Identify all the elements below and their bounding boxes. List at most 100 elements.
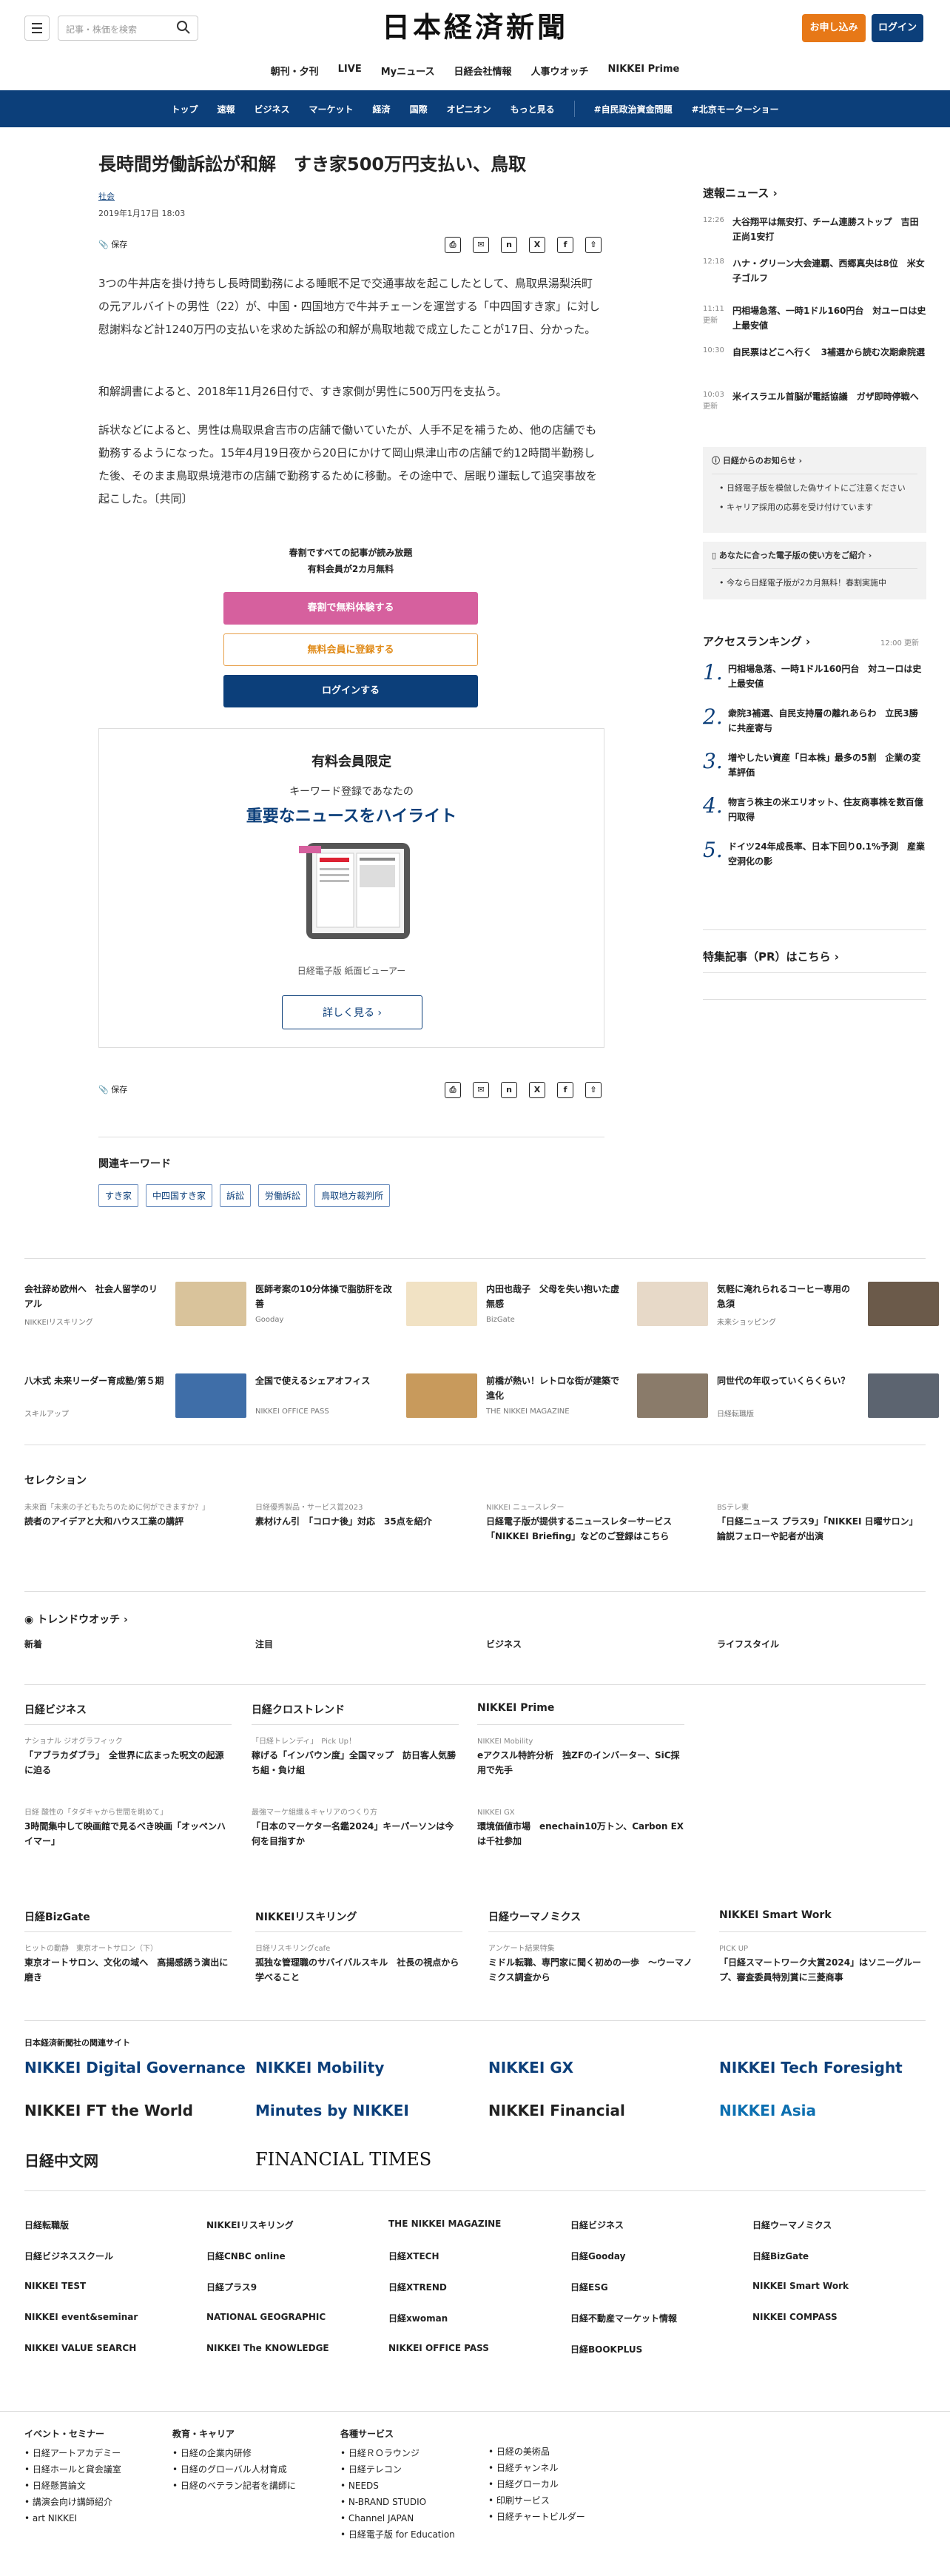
brand-logo[interactable]: 日経xwoman	[388, 2312, 448, 2324]
brand-logo[interactable]: 日経転職版	[24, 2219, 69, 2231]
brand-logo[interactable]: 日経プラス9	[206, 2281, 257, 2293]
guide-link[interactable]: ▯ あなたに合った電子版の使い方をご紹介 ›	[703, 542, 926, 568]
selection-item[interactable]: 未来面「未来の子どもたちのために何ができますか？」 読者のアイデアと大和ハウス工業…	[24, 1502, 232, 1529]
brand-logo[interactable]: 日経ビジネススクール	[24, 2250, 113, 2262]
menu-button[interactable]	[24, 16, 50, 41]
footer-link[interactable]: • 印刷サービス	[488, 2492, 585, 2509]
paywall-login-button[interactable]: ログインする	[223, 675, 478, 707]
related-site-logo[interactable]: NIKKEI GX	[488, 2059, 573, 2076]
pr-title[interactable]: 特集記事（PR）はこちら ›	[703, 949, 839, 964]
footer-link[interactable]: • 日経チャートビルダー	[488, 2509, 585, 2525]
trial-button[interactable]: 春割で無料体験する	[223, 592, 478, 625]
related-site-logo[interactable]: NIKKEI Digital Governance	[24, 2059, 246, 2076]
ranking-item[interactable]: 5. ドイツ24年成長率、日本下回り0.1%予測 産業空洞化の影	[703, 839, 926, 869]
trend-tab[interactable]: 注目	[255, 1638, 273, 1650]
mainnav-item[interactable]: トップ	[171, 103, 198, 115]
search-icon[interactable]	[176, 20, 191, 35]
trend-tab[interactable]: ライフスタイル	[717, 1638, 779, 1650]
mainnav-item[interactable]: 経済	[373, 103, 391, 115]
subnav-item[interactable]: 日経会社情報	[454, 64, 511, 86]
brand-logo[interactable]: 日経不動産マーケット情報	[570, 2312, 677, 2324]
premium-more-button[interactable]: 詳しく見る ›	[282, 995, 422, 1029]
subnav-item[interactable]: LIVE	[338, 64, 362, 86]
site-logo[interactable]: 日本経済新聞	[348, 10, 602, 44]
footer-link[interactable]: • 日経の企業内研修	[172, 2445, 296, 2461]
login-button[interactable]: ログイン	[872, 14, 923, 42]
breaking-item[interactable]: 10:03 更新 米イスラエル首脳が電話協議 ガザ即時停戦へ	[703, 389, 926, 413]
promo-card[interactable]: 同世代の年収っていくらくらい？ 日経転職版	[717, 1373, 939, 1425]
related-site-logo[interactable]: NIKKEI Mobility	[255, 2059, 384, 2076]
selection-item[interactable]: 日経優秀製品・サービス賞2023 素材けん引 「コロナ後」対応 35点を紹介	[255, 1502, 462, 1529]
footer-link[interactable]: • 日経チャンネル	[488, 2460, 585, 2476]
footer-link[interactable]: • Channel JAPAN	[340, 2510, 455, 2526]
selection-item[interactable]: BSテレ東 「日経ニュース プラス9」「NIKKEI 日曜サロン」論説フェローや記…	[717, 1502, 924, 1544]
mail-icon[interactable]: ✉	[473, 1082, 489, 1098]
mainnav-item[interactable]: もっと見る	[511, 103, 555, 115]
save-button[interactable]: 📎 保存	[98, 1083, 127, 1095]
brand-logo[interactable]: 日経ウーマノミクス	[752, 2219, 832, 2231]
subnav-item[interactable]: 人事ウオッチ	[530, 64, 588, 86]
print-icon[interactable]: ⎙	[445, 1082, 461, 1098]
brand-logo[interactable]: 日経ESG	[570, 2281, 608, 2293]
mainnav-item[interactable]: オピニオン	[447, 103, 491, 115]
note-icon[interactable]: n	[501, 1082, 517, 1098]
brand-logo[interactable]: NIKKEI TEST	[24, 2281, 86, 2291]
trend-tab[interactable]: 新着	[24, 1638, 42, 1650]
ranking-item[interactable]: 2. 衆院3補選、自民支持層の離れあらわ 立民3勝に共産寄与	[703, 706, 926, 736]
brand-logo[interactable]: 日経XTREND	[388, 2281, 447, 2293]
footer-link[interactable]: • 講演会向け講師紹介	[24, 2494, 121, 2510]
brand-logo[interactable]: NIKKEI The KNOWLEDGE	[206, 2343, 329, 2353]
related-site-logo[interactable]: NIKKEI Asia	[719, 2102, 816, 2119]
promo-card[interactable]: 医師考案の10分体操で脂肪肝を改善 Gooday	[255, 1282, 477, 1334]
block-item[interactable]: ナショナル ジオグラフィック 「アブラカダブラ」 全世界に広まった呪文の起源に迫る	[24, 1736, 232, 1778]
promo-card[interactable]: 全国で使えるシェアオフィス NIKKEI OFFICE PASS	[255, 1373, 477, 1425]
keyword-chip[interactable]: 鳥取地方裁判所	[314, 1184, 391, 1207]
mainnav-item[interactable]: 国際	[410, 103, 428, 115]
brand-logo[interactable]: 日経CNBC online	[206, 2250, 286, 2262]
related-site-logo[interactable]: NIKKEI Tech Foresight	[719, 2059, 903, 2076]
related-site-logo[interactable]: 日経中文网	[24, 2149, 98, 2170]
brand-logo[interactable]: NIKKEI OFFICE PASS	[388, 2343, 489, 2353]
brand-logo[interactable]: 日経BOOKPLUS	[570, 2343, 642, 2355]
related-site-logo[interactable]: FINANCIAL TIMES	[255, 2149, 431, 2170]
subnav-item[interactable]: Myニュース	[381, 64, 435, 86]
block-item[interactable]: 日経リスキリングcafe 孤独な管理職のサバイバルスキル 社長の視点から学べること	[255, 1943, 462, 1985]
campaign-link[interactable]: • 今なら日経電子版が2カ月無料！春割実施中	[712, 568, 917, 588]
trend-title[interactable]: ◉ トレンドウオッチ ›	[24, 1612, 128, 1627]
breaking-item[interactable]: 12:26 大谷翔平は無安打、チーム連勝ストップ 吉田正尚1安打	[703, 215, 926, 244]
ranking-title[interactable]: アクセスランキング ›	[703, 633, 810, 649]
block-item[interactable]: 日経 酸性の「タダキャから世間を眺めて」 3時間集中して映画館で見るべき映画「オッ…	[24, 1807, 232, 1849]
mainnav-item[interactable]: #北京モーターショー	[692, 103, 779, 115]
ranking-item[interactable]: 3. 増やしたい資産「日本株」最多の5割 企業の変革評価	[703, 750, 926, 780]
footer-link[interactable]: • 日経のベテラン記者を講師に	[172, 2478, 296, 2494]
subnav-item[interactable]: 朝刊・夕刊	[271, 64, 319, 86]
facebook-icon[interactable]: f	[557, 237, 573, 253]
brand-logo[interactable]: THE NIKKEI MAGAZINE	[388, 2219, 501, 2229]
footer-link[interactable]: • 日経のグローバル人材育成	[172, 2461, 296, 2478]
selection-item[interactable]: NIKKEI ニュースレター 日経電子版が提供するニュースレターサービス「NIKK…	[486, 1502, 693, 1544]
mainnav-item[interactable]: ビジネス	[255, 103, 290, 115]
brand-logo[interactable]: NIKKEI event&seminar	[24, 2312, 138, 2322]
related-site-logo[interactable]: NIKKEI Financial	[488, 2102, 625, 2119]
mainnav-item[interactable]: マーケット	[309, 103, 354, 115]
block-item[interactable]: NIKKEI Mobility eアクスル特許分析 独ZFのインバーター、SiC採…	[477, 1736, 684, 1778]
promo-card[interactable]: 内田也哉子 父母を失い抱いた虚無感 BizGate	[486, 1282, 708, 1334]
brand-logo[interactable]: 日経XTECH	[388, 2250, 439, 2262]
trend-tab[interactable]: ビジネス	[486, 1638, 522, 1650]
promo-card[interactable]: 八木式 未来リーダー育成塾/第５期 スキルアップ	[24, 1373, 246, 1425]
share-icon[interactable]: ⇧	[585, 237, 602, 253]
block-title[interactable]: 日経ウーマノミクス	[488, 1909, 581, 1924]
notice-item[interactable]: • 日経電子版を模倣した偽サイトにご注意ください	[719, 482, 917, 495]
block-item[interactable]: 「日経トレンディ」 Pick Up！ 稼げる「インバウン度」全国マップ 訪日客人気…	[252, 1736, 459, 1778]
subscribe-button[interactable]: お申し込み	[802, 14, 866, 42]
block-item[interactable]: ヒットの動静 東京オートサロン（下） 東京オートサロン、文化の域へ 高揚感誘う演出…	[24, 1943, 232, 1985]
breaking-item[interactable]: 11:11 更新 円相場急落、一時1ドル160円台 対ユーロは史上最安値	[703, 303, 926, 333]
promo-card[interactable]: 会社辞め欧州へ 社会人留学のリアル NIKKEIリスキリング	[24, 1282, 246, 1334]
keyword-chip[interactable]: 労働訴訟	[258, 1184, 308, 1207]
keyword-chip[interactable]: すき家	[98, 1184, 139, 1207]
footer-link[interactable]: • 日経ＲＯラウンジ	[340, 2445, 455, 2461]
keyword-chip[interactable]: 中四国すき家	[146, 1184, 213, 1207]
promo-card[interactable]: 気軽に淹れられるコーヒー専用の急須 未来ショッピング	[717, 1282, 939, 1334]
footer-link[interactable]: • art NIKKEI	[24, 2510, 121, 2526]
footer-link[interactable]: • 日経アートアカデミー	[24, 2445, 121, 2461]
